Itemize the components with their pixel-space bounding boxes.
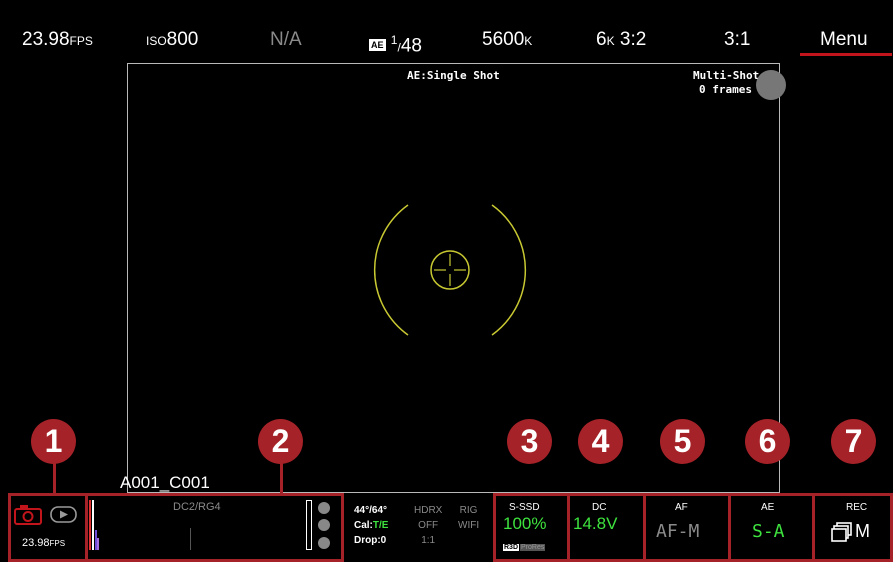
mode-fps-value: 23.98 [22, 537, 50, 549]
af-reticle [373, 204, 527, 336]
divider-5-6 [728, 496, 731, 560]
reticle-left-arc [373, 204, 409, 336]
r3d-badge: R3D [503, 544, 520, 551]
power-label: DC [592, 502, 607, 513]
white-balance-unit: K [524, 34, 533, 48]
white-balance-value: 5600 [482, 29, 525, 50]
marker-2: 2 [258, 419, 303, 464]
rec-value: M [855, 521, 870, 541]
resolution-value: 6 [596, 29, 607, 50]
marker-3: 3 [507, 419, 552, 464]
compression-status[interactable]: 3:1 [724, 28, 750, 52]
white-balance-status[interactable]: 5600K [482, 28, 532, 53]
histogram-label: DC2/RG4 [173, 501, 221, 513]
shutter-denominator: 48 [400, 35, 422, 57]
iso-value: 800 [166, 29, 199, 50]
na-status[interactable]: N/A [270, 28, 302, 52]
histogram-clip-left [92, 500, 94, 550]
ae-value: S-A [752, 521, 785, 542]
power-value: 14.8V [573, 514, 618, 533]
mode-fps-unit: FPS [49, 539, 66, 548]
marker-6: 6 [745, 419, 790, 464]
media-value: 100% [503, 514, 547, 533]
multishot-icon [831, 522, 852, 542]
prores-badge: ProRes [520, 544, 546, 551]
rig-label: RIG [459, 505, 478, 516]
ae-label: AE [761, 502, 775, 513]
angle-text: 44°/64° [354, 505, 388, 516]
divider-4-5 [643, 496, 646, 560]
cal-label: Cal: [354, 520, 373, 531]
aspect-value: 3:2 [619, 29, 647, 50]
shutter-status[interactable]: AE 1/48 [369, 28, 422, 59]
hdrx-label: HDRX [414, 505, 443, 516]
histogram-purple-bar [97, 538, 99, 550]
reticle-right-arc [491, 204, 527, 336]
histogram-red-bar [89, 500, 91, 550]
marker-5: 5 [660, 419, 705, 464]
camera-icon [14, 505, 42, 525]
media-label: S-SSD [509, 502, 540, 513]
iso-status[interactable]: ISO800 [146, 28, 198, 53]
ratio-value: 1:1 [421, 535, 436, 546]
af-value: AF-M [656, 521, 700, 542]
resolution-unit: K [606, 34, 615, 48]
divider-3-4 [567, 496, 570, 560]
fps-status[interactable]: 23.98FPS [22, 28, 93, 53]
ae-badge: AE [369, 39, 386, 52]
marker-2-stem [280, 460, 283, 496]
clip-name: A001_C001 [120, 473, 210, 492]
multishot-label: Multi-Shot [693, 69, 760, 82]
cal-value: T/E [372, 520, 389, 531]
iso-label: ISO [146, 34, 167, 48]
hdrx-info[interactable]: HDRX OFF 1:1 [414, 503, 442, 548]
divider-6-7 [812, 496, 815, 560]
marker-4: 4 [578, 419, 623, 464]
rec-label: REC [846, 502, 868, 513]
fps-value: 23.98 [22, 29, 70, 50]
hdrx-value: OFF [418, 520, 439, 531]
fps-unit: FPS [69, 34, 93, 48]
indicator-dot-1 [318, 502, 330, 514]
wifi-label: WIFI [458, 520, 480, 531]
histogram-clip-right [306, 500, 312, 550]
drop-text: Drop:0 [354, 535, 387, 546]
lens-info[interactable]: 44°/64° Cal:T/E Drop:0 [354, 503, 388, 548]
menu-button[interactable]: Menu [820, 28, 868, 52]
indicator-dot-2 [318, 519, 330, 531]
rig-info[interactable]: RIG WIFI [458, 503, 479, 533]
frames-count: 0 frames [699, 83, 752, 96]
af-label: AF [675, 502, 688, 513]
marker-7: 7 [831, 419, 876, 464]
marker-1: 1 [31, 419, 76, 464]
mode-fps: 23.98FPS [22, 537, 65, 549]
histogram-midline [190, 528, 191, 550]
marker-1-stem [53, 460, 56, 496]
menu-underline [800, 53, 892, 56]
highlight-divider [85, 496, 88, 560]
playback-icon [50, 506, 77, 523]
resolution-status[interactable]: 6K 3:2 [596, 28, 646, 53]
record-indicator-dot [756, 70, 786, 100]
ae-mode-text: AE:Single Shot [407, 69, 500, 82]
indicator-dot-3 [318, 537, 330, 549]
